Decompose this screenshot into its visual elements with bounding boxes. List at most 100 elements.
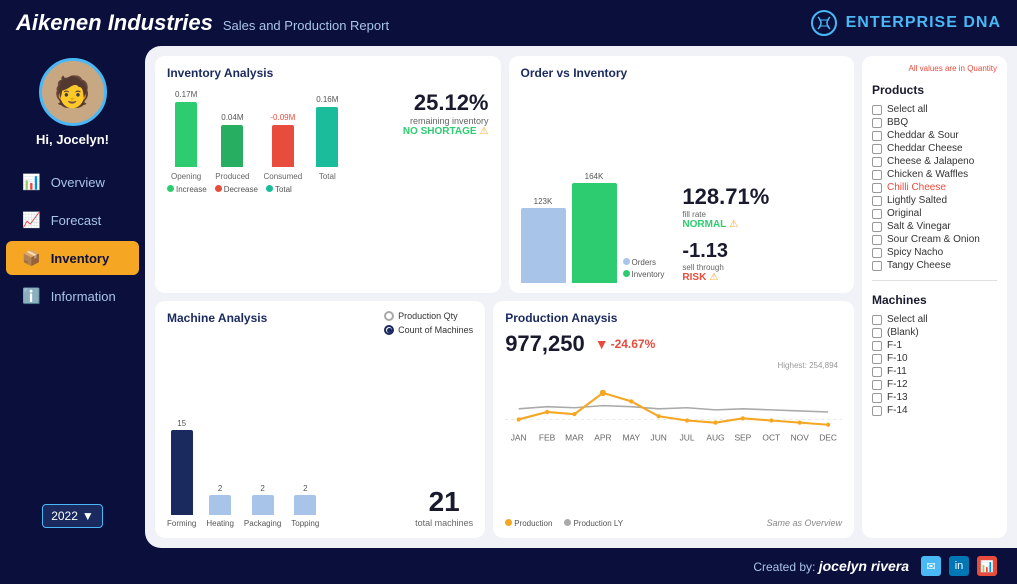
filter-item-chicken-waffles[interactable]: Chicken & Waffles <box>872 168 997 181</box>
forecast-icon: 📈 <box>22 211 41 229</box>
machine-analysis-title: Machine Analysis <box>167 311 267 325</box>
filter-item-cheddar-sour[interactable]: Cheddar & Sour <box>872 129 997 142</box>
filter-label-chicken-waffles: Chicken & Waffles <box>887 169 968 180</box>
filter-item-f10[interactable]: F-10 <box>872 352 997 365</box>
filter-item-select-all-products[interactable]: Select all <box>872 103 997 116</box>
footer-created-by-label: Created by: <box>753 560 815 574</box>
checkbox-f11[interactable] <box>872 367 882 377</box>
enterprise-dna-logo: ENTERPRISE DNA <box>810 9 1001 37</box>
orders-bar <box>521 208 566 283</box>
filter-item-spicy-nacho[interactable]: Spicy Nacho <box>872 246 997 259</box>
nav-item-inventory[interactable]: 📦 Inventory <box>6 241 139 275</box>
checkbox-cheese-jalapeno[interactable] <box>872 157 882 167</box>
fill-rate-value: 128.71% <box>682 184 769 210</box>
filter-item-original[interactable]: Original <box>872 207 997 220</box>
inventory-big-pct: 25.12% <box>403 90 489 116</box>
checkbox-f13[interactable] <box>872 393 882 403</box>
filter-item-blank[interactable]: (Blank) <box>872 326 997 339</box>
footer: Created by: jocelyn rivera ✉ in 📊 <box>0 548 1017 584</box>
linkedin-icon[interactable]: in <box>949 556 969 576</box>
filter-item-lightly-salted[interactable]: Lightly Salted <box>872 194 997 207</box>
logo-text: ENTERPRISE DNA <box>846 14 1001 32</box>
radio-count-machines[interactable]: Count of Machines <box>384 325 473 335</box>
greeting-text: Hi, Jocelyn! <box>36 132 109 147</box>
checkbox-blank[interactable] <box>872 328 882 338</box>
checkbox-spicy-nacho[interactable] <box>872 248 882 258</box>
nav-item-forecast[interactable]: 📈 Forecast <box>6 203 139 237</box>
checkbox-salt-vinegar[interactable] <box>872 222 882 232</box>
checkbox-lightly-salted[interactable] <box>872 196 882 206</box>
checkbox-original[interactable] <box>872 209 882 219</box>
fill-rate-label: fill rate <box>682 210 769 219</box>
chart-icon[interactable]: 📊 <box>977 556 997 576</box>
filter-item-cheese-jalapeno[interactable]: Cheese & Jalapeno <box>872 155 997 168</box>
inventory-legend: Increase Decrease Total <box>167 185 393 194</box>
filter-item-cheddar-cheese[interactable]: Cheddar Cheese <box>872 142 997 155</box>
radio-production-qty[interactable]: Production Qty <box>384 311 473 321</box>
machine-bar-heating: 2 Heating <box>206 484 234 528</box>
svg-text:APR: APR <box>594 433 611 443</box>
filter-item-chilli-cheese[interactable]: Chilli Cheese <box>872 181 997 194</box>
filter-item-salt-vinegar[interactable]: Salt & Vinegar <box>872 220 997 233</box>
nav-label-overview: Overview <box>51 175 105 190</box>
checkbox-sour-cream-onion[interactable] <box>872 235 882 245</box>
checkbox-chilli-cheese[interactable] <box>872 183 882 193</box>
down-arrow-icon: ▼ <box>595 336 609 352</box>
checkbox-chicken-waffles[interactable] <box>872 170 882 180</box>
nav-item-information[interactable]: ℹ️ Information <box>6 279 139 313</box>
checkbox-cheddar-sour[interactable] <box>872 131 882 141</box>
inventory-stat-label: remaining inventory <box>403 116 489 126</box>
topping-top-label: 2 <box>303 484 307 493</box>
radio-label-count-machines: Count of Machines <box>398 325 473 335</box>
checkbox-bbq[interactable] <box>872 118 882 128</box>
filter-item-tangy-cheese[interactable]: Tangy Cheese <box>872 259 997 272</box>
filter-label-bbq: BBQ <box>887 117 908 128</box>
inventory-bar-label: 164K <box>585 172 604 181</box>
sell-through-stat: -1.13 sell through RISK ⚠ <box>682 240 769 283</box>
filter-label-select-all: Select all <box>887 104 928 115</box>
filter-item-bbq[interactable]: BBQ <box>872 116 997 129</box>
inventory-status-badge: NO SHORTAGE <box>403 126 477 137</box>
nav-item-overview[interactable]: 📊 Overview <box>6 165 139 199</box>
svg-text:DEC: DEC <box>819 433 837 443</box>
topping-bottom-label: Topping <box>291 519 319 528</box>
checkbox-f12[interactable] <box>872 380 882 390</box>
dropdown-arrow-icon: ▼ <box>82 509 94 523</box>
legend-production: Production <box>505 519 552 528</box>
checkbox-select-all-machines[interactable] <box>872 315 882 325</box>
checkbox-tangy-cheese[interactable] <box>872 261 882 271</box>
year-selector[interactable]: 2022 ▼ <box>42 504 103 528</box>
heating-bottom-label: Heating <box>206 519 234 528</box>
filter-label-salt-vinegar: Salt & Vinegar <box>887 221 951 232</box>
forming-bottom-label: Forming <box>167 519 196 528</box>
filter-item-f13[interactable]: F-13 <box>872 391 997 404</box>
production-header: 977,250 ▼ -24.67% <box>505 331 842 357</box>
filter-label-f11: F-11 <box>887 366 907 377</box>
production-line-chart: JAN FEB MAR APR MAY JUN JUL AUG SEP OCT … <box>505 361 842 446</box>
bar-total: 0.16M Total <box>316 95 338 181</box>
email-icon[interactable]: ✉ <box>921 556 941 576</box>
filter-item-f14[interactable]: F-14 <box>872 404 997 417</box>
checkbox-select-all-products[interactable] <box>872 105 882 115</box>
filter-item-f1[interactable]: F-1 <box>872 339 997 352</box>
order-legend-inventory: Inventory <box>623 270 665 279</box>
svg-text:OCT: OCT <box>763 433 781 443</box>
charts-top-row: Inventory Analysis 0.17M Opening <box>155 56 854 293</box>
filter-item-sour-cream-onion[interactable]: Sour Cream & Onion <box>872 233 997 246</box>
checkbox-f1[interactable] <box>872 341 882 351</box>
filter-label-f12: F-12 <box>887 379 908 390</box>
inventory-analysis-title: Inventory Analysis <box>167 66 489 80</box>
information-icon: ℹ️ <box>22 287 41 305</box>
filter-item-select-all-machines[interactable]: Select all <box>872 313 997 326</box>
bar-total-bar <box>316 107 338 167</box>
machine-bar-packaging: 2 Packaging <box>244 484 281 528</box>
filter-panel: All values are in Quantity Products Sele… <box>862 56 1007 538</box>
main-layout: 🧑 Hi, Jocelyn! 📊 Overview 📈 Forecast 📦 I… <box>0 46 1017 548</box>
checkbox-f10[interactable] <box>872 354 882 364</box>
nav-label-inventory: Inventory <box>51 251 110 266</box>
checkbox-f14[interactable] <box>872 406 882 416</box>
inventory-info-icon: ⚠ <box>480 126 489 137</box>
filter-item-f11[interactable]: F-11 <box>872 365 997 378</box>
checkbox-cheddar-cheese[interactable] <box>872 144 882 154</box>
filter-item-f12[interactable]: F-12 <box>872 378 997 391</box>
